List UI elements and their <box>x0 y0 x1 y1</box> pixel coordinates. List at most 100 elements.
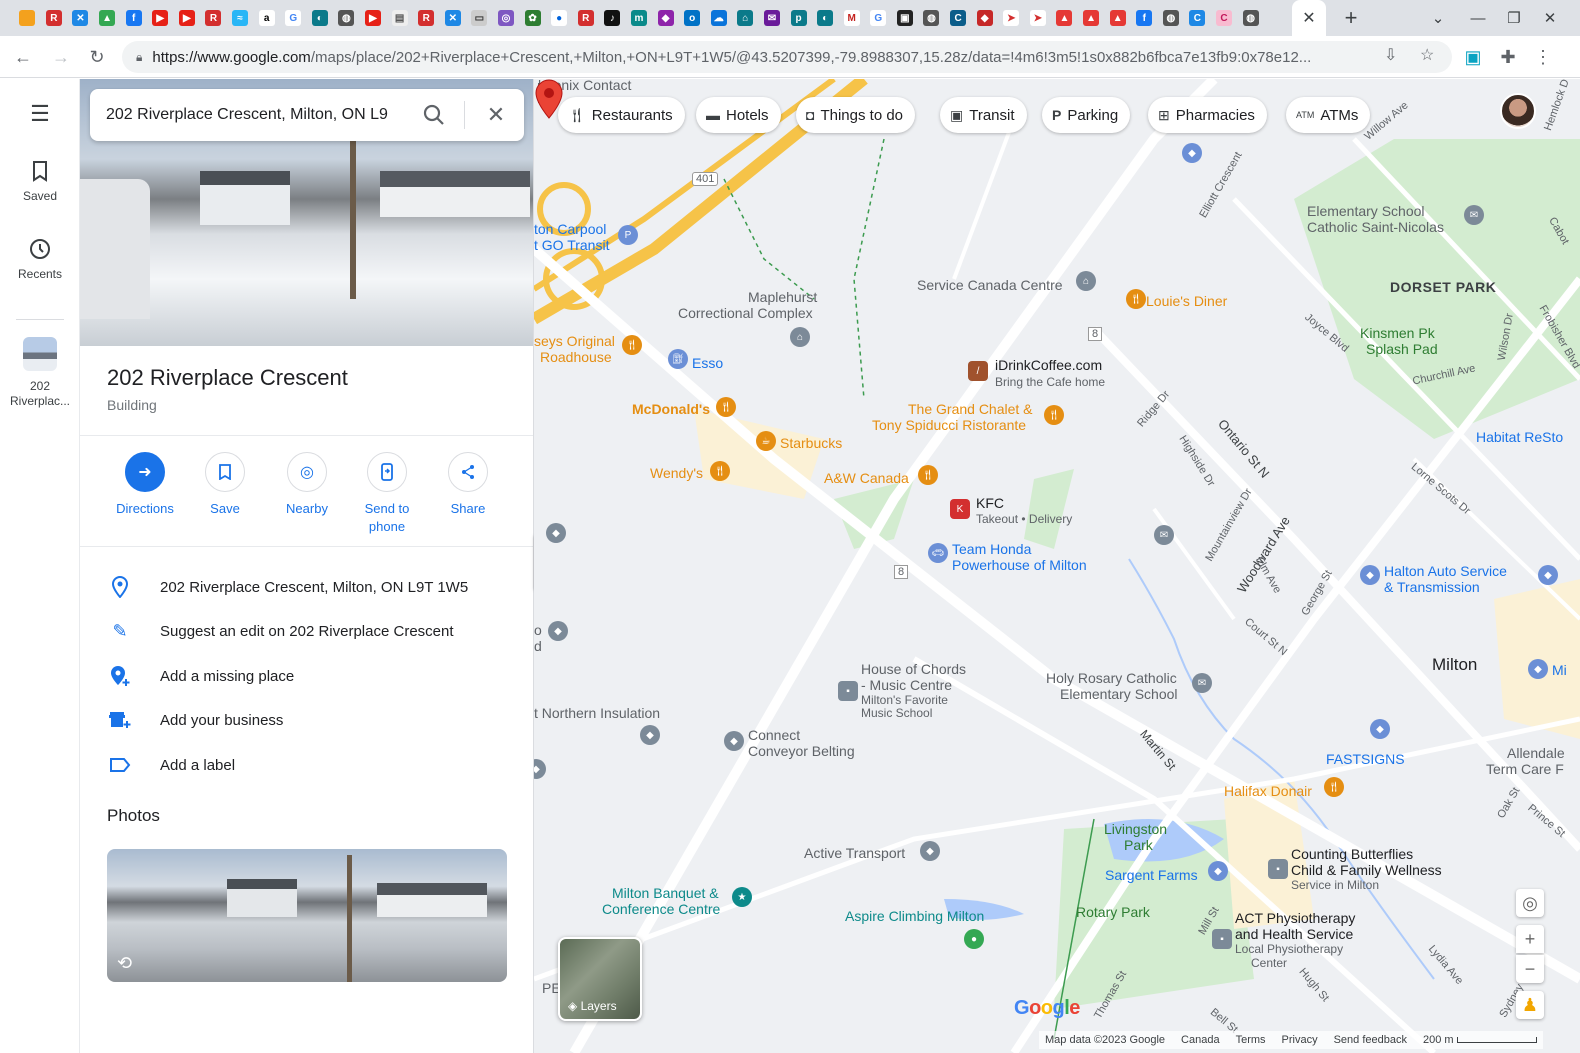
map-label[interactable]: and Health Service <box>1235 926 1353 942</box>
tab-favicon[interactable]: p <box>785 0 812 36</box>
gas-station-icon[interactable]: ⛽︎ <box>668 349 688 369</box>
tab-favicon[interactable]: ✿ <box>519 0 546 36</box>
map-label[interactable]: Conference Centre <box>602 901 720 917</box>
tab-favicon[interactable]: f <box>1131 0 1158 36</box>
map-label[interactable]: seys Original <box>534 333 615 349</box>
tab-favicon[interactable]: ➤ <box>1025 0 1052 36</box>
tab-favicon[interactable]: ◍ <box>333 0 360 36</box>
map-label[interactable]: Elementary School <box>1307 203 1425 219</box>
map-label[interactable]: Term Care F <box>1486 761 1564 777</box>
place-pin-icon[interactable]: ◆ <box>640 725 660 745</box>
map-label[interactable]: Halifax Donair <box>1224 783 1312 799</box>
map-label[interactable]: Powerhouse of Milton <box>952 557 1087 573</box>
tab-favicon[interactable]: m <box>626 0 653 36</box>
region-link[interactable]: Canada <box>1181 1034 1220 1046</box>
tab-favicon[interactable]: R <box>200 0 227 36</box>
map-label[interactable]: Louie's Diner <box>1146 293 1227 309</box>
tab-favicon[interactable]: ≈ <box>227 0 254 36</box>
place-pin-icon[interactable]: ◆ <box>1208 861 1228 881</box>
suggest-edit-row[interactable]: ✎ Suggest an edit on 202 Riverplace Cres… <box>80 609 533 653</box>
chip-transit[interactable]: ▣ Transit <box>940 97 1027 133</box>
close-window-icon[interactable]: ✕ <box>1530 0 1570 36</box>
url-text[interactable]: https://www.google.com/maps/place/202+Ri… <box>152 49 1362 66</box>
tab-favicon[interactable]: o <box>679 0 706 36</box>
tab-favicon[interactable]: G <box>865 0 892 36</box>
map-label[interactable]: Service Canada Centre <box>917 277 1063 293</box>
privacy-link[interactable]: Privacy <box>1282 1034 1318 1046</box>
add-label-row[interactable]: Add a label <box>80 743 533 787</box>
recent-place-item[interactable]: 202 Riverplac... <box>0 337 80 409</box>
place-pin-icon[interactable]: ◆ <box>1538 565 1558 585</box>
address-row[interactable]: 202 Riverplace Crescent, Milton, ON L9T … <box>80 565 533 609</box>
coffee-pin-icon[interactable]: ☕︎ <box>756 431 776 451</box>
map-label[interactable]: Aspire Climbing Milton <box>845 908 984 924</box>
zoom-in-button[interactable]: + <box>1516 925 1544 953</box>
send-to-phone-button[interactable]: Send to phone <box>347 452 427 536</box>
tab-favicon[interactable]: ▲ <box>1104 0 1131 36</box>
map-label[interactable]: Active Transport <box>804 845 905 861</box>
map-label[interactable]: FASTSIGNS <box>1326 751 1405 767</box>
tab-favicon[interactable]: ◆ <box>652 0 679 36</box>
browser-menu-icon[interactable]: ⋮ <box>1530 44 1556 70</box>
close-icon[interactable]: ✕ <box>482 101 510 129</box>
map-label[interactable]: ton Carpool <box>534 221 606 237</box>
tab-favicon[interactable]: C <box>945 0 972 36</box>
directions-button[interactable]: ➜ Directions <box>105 452 185 518</box>
place-pin-icon[interactable]: ◆ <box>1528 659 1548 679</box>
map-label[interactable]: Mi <box>1552 662 1567 678</box>
tab-favicon[interactable]: ▲ <box>1051 0 1078 36</box>
extension-icon[interactable]: ▣ <box>1460 44 1486 70</box>
tab-favicon[interactable] <box>14 0 41 36</box>
active-tab[interactable]: ✕ <box>1292 0 1326 36</box>
map-label[interactable]: Tony Spiducci Ristorante <box>872 417 1026 433</box>
restore-icon[interactable]: ❐ <box>1494 0 1534 36</box>
lock-icon[interactable]: 🔒︎ <box>136 50 142 65</box>
tab-favicon[interactable]: ◐ <box>307 0 334 36</box>
add-business-row[interactable]: Add your business <box>80 698 533 742</box>
install-app-icon[interactable]: ⇩ <box>1384 45 1397 65</box>
map-label[interactable]: Holy Rosary Catholic <box>1046 670 1177 686</box>
restaurant-pin-icon[interactable]: 🍴︎ <box>716 397 736 417</box>
map-label[interactable]: A&W Canada <box>824 470 909 486</box>
map-label[interactable]: Kinsmen Pk <box>1360 325 1435 341</box>
place-pin-icon[interactable]: ◆ <box>1360 565 1380 585</box>
tab-favicon[interactable]: a <box>253 0 280 36</box>
address-bar[interactable]: 🔒︎ https://www.google.com/maps/place/202… <box>122 41 1452 73</box>
scale-bar[interactable]: 200 m <box>1423 1034 1537 1046</box>
terms-link[interactable]: Terms <box>1236 1034 1266 1046</box>
tab-favicon[interactable]: ▶ <box>147 0 174 36</box>
map-label[interactable]: Park <box>1124 837 1153 853</box>
tab-favicon[interactable]: G <box>280 0 307 36</box>
map-label[interactable]: Livingston <box>1104 821 1167 837</box>
save-button[interactable]: Save <box>185 452 265 518</box>
map-label[interactable]: Milton <box>1432 656 1477 673</box>
map-label[interactable]: Maplehurst <box>748 289 817 305</box>
government-pin-icon[interactable]: ⌂ <box>790 327 810 347</box>
tab-favicon[interactable]: ♪ <box>599 0 626 36</box>
map-label[interactable]: Conveyor Belting <box>748 743 855 759</box>
chip-hotels[interactable]: ▬ Hotels <box>696 97 781 133</box>
chip-pharmacies[interactable]: ⊞ Pharmacies <box>1148 97 1267 133</box>
saved-button[interactable]: Saved <box>0 159 80 203</box>
map-sublabel[interactable]: Service in Milton <box>1291 877 1379 893</box>
my-location-button[interactable]: ◎ <box>1516 889 1544 917</box>
map-label[interactable]: t Northern Insulation <box>534 705 660 721</box>
map-label[interactable]: KFC <box>976 495 1004 511</box>
tab-favicon[interactable]: ▣ <box>892 0 919 36</box>
map-label[interactable]: Sargent Farms <box>1105 867 1198 883</box>
school-pin-icon[interactable]: ✉ <box>1464 205 1484 225</box>
map-label[interactable]: ACT Physiotherapy <box>1235 910 1355 926</box>
school-pin-icon[interactable]: ✉ <box>1154 525 1174 545</box>
event-venue-pin-icon[interactable]: ★ <box>732 887 752 907</box>
map-sublabel[interactable]: Takeout • Delivery <box>976 511 1072 527</box>
restaurant-pin-icon[interactable]: 🍴︎ <box>710 461 730 481</box>
map-label[interactable]: McDonald's <box>632 401 710 417</box>
tab-favicon[interactable]: ◆ <box>971 0 998 36</box>
map-sublabel[interactable]: Center <box>1251 955 1287 971</box>
place-pin-icon[interactable]: ◆ <box>1370 719 1390 739</box>
layers-button[interactable]: ◈ Layers <box>558 937 642 1021</box>
map-label[interactable]: House of Chords <box>861 661 966 677</box>
map-label[interactable]: - Music Centre <box>861 677 952 693</box>
add-missing-place-row[interactable]: Add a missing place <box>80 654 533 698</box>
kfc-pin-icon[interactable]: K <box>950 499 970 519</box>
